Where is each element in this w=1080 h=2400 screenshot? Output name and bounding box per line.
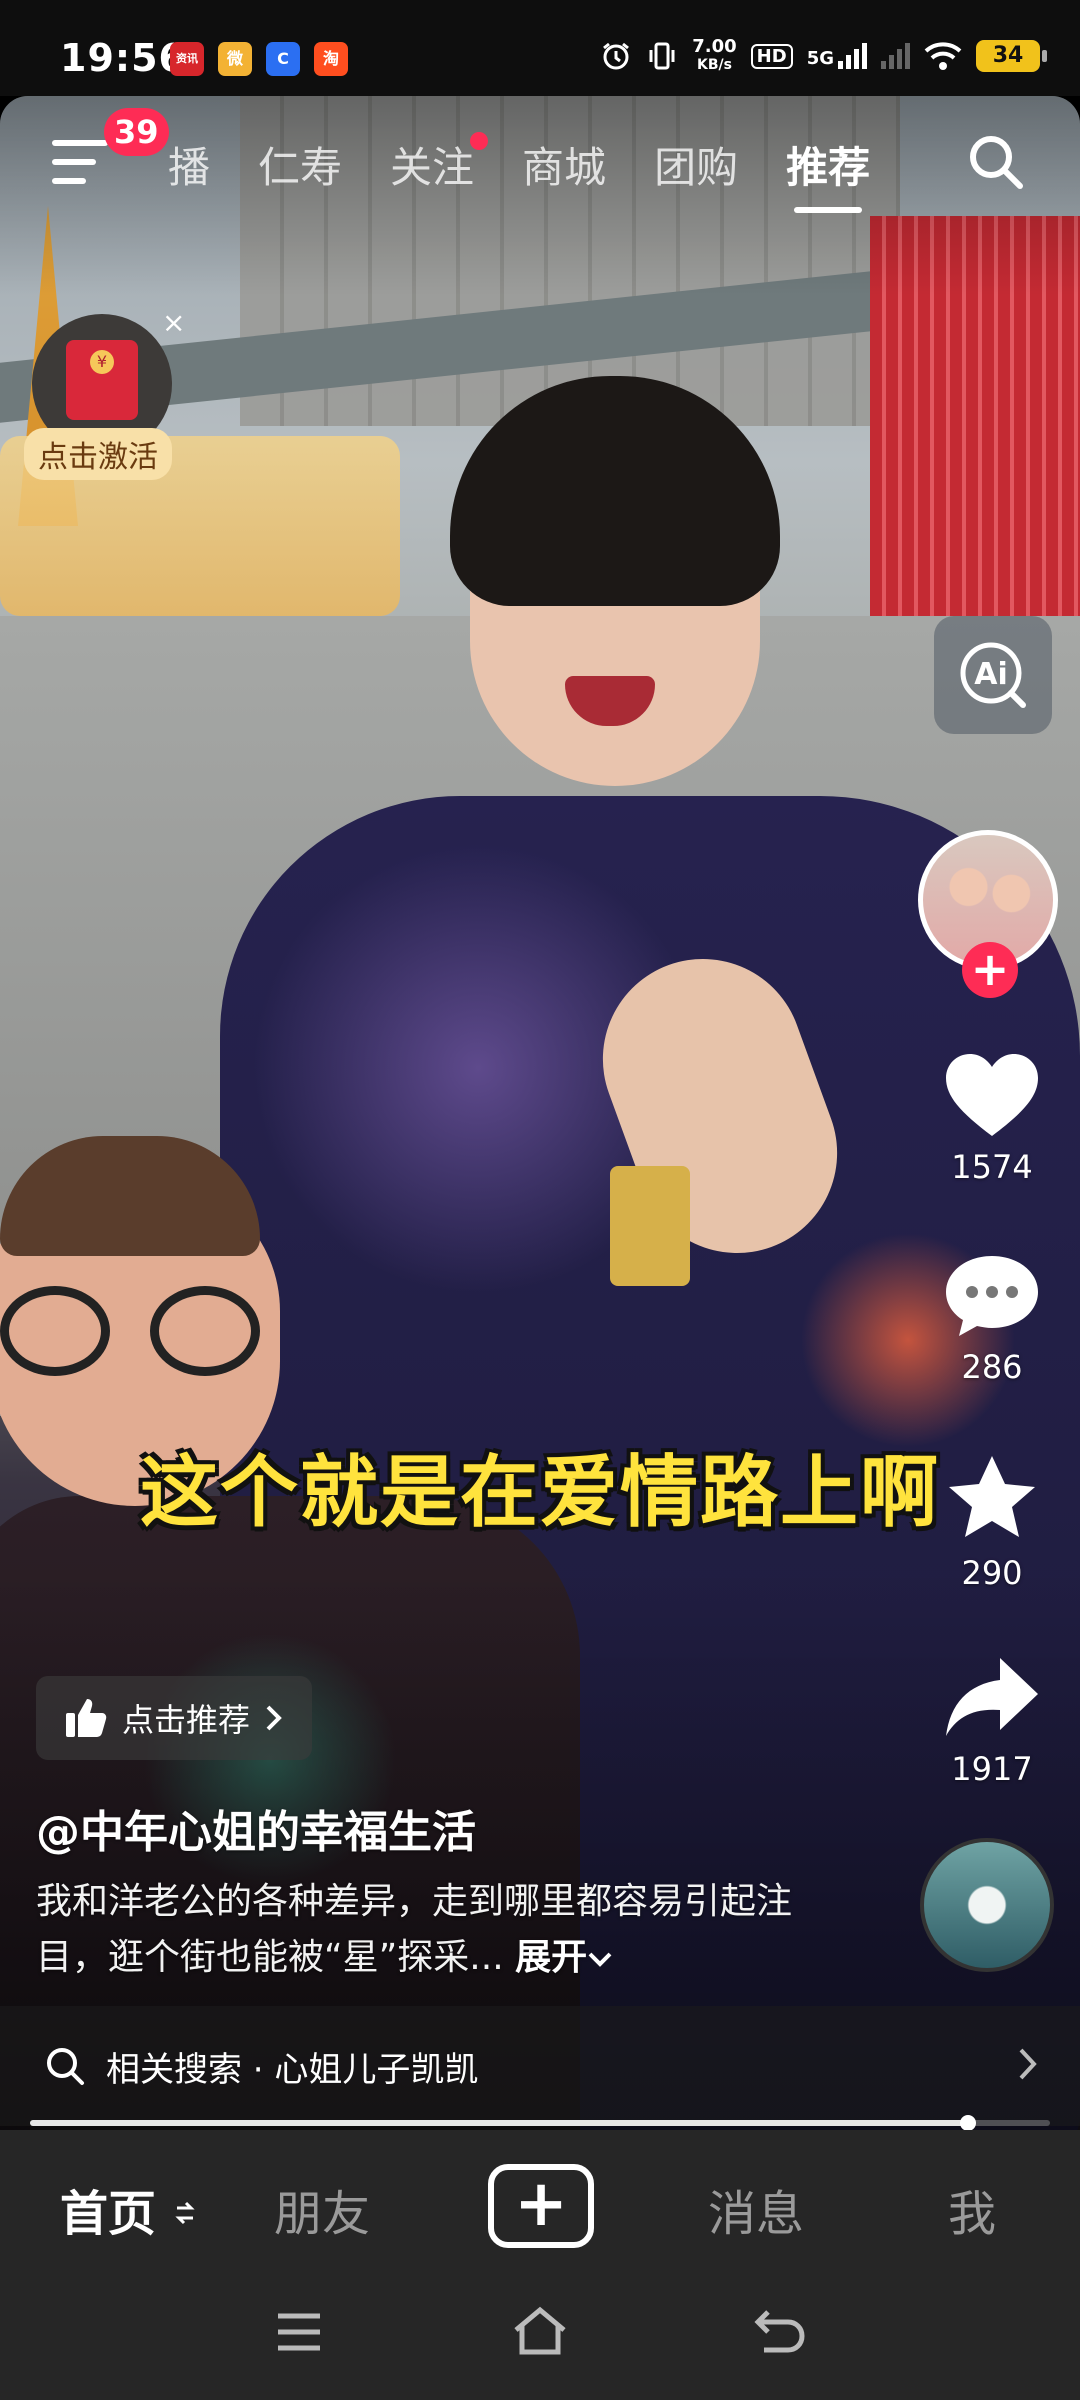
wifi-icon: [924, 42, 962, 70]
tab-live[interactable]: 播: [168, 134, 210, 195]
tab-local[interactable]: 仁寿: [258, 134, 342, 195]
related-search-bar[interactable]: 相关搜索 · 心姐儿子凯凯: [0, 2006, 1080, 2126]
taobao-app-icon: 淘: [314, 42, 348, 76]
video-subtitle: 这个就是在爱情路上啊: [139, 1448, 940, 1538]
recommend-button[interactable]: 点击推荐: [36, 1676, 313, 1760]
comment-icon: [946, 1256, 1038, 1336]
tab-mall[interactable]: 商城: [522, 134, 606, 195]
red-packet-widget[interactable]: 点击激活 ×: [24, 306, 185, 480]
second-sim-signal-icon: [881, 43, 910, 69]
follow-button[interactable]: +: [962, 942, 1018, 998]
like-button[interactable]: 1574: [930, 1050, 1054, 1186]
music-disc-icon[interactable]: [920, 1838, 1054, 1972]
search-icon[interactable]: [964, 130, 1028, 194]
comment-button[interactable]: 286: [930, 1250, 1054, 1386]
search-icon: [47, 2048, 84, 2085]
notification-badge: 39: [104, 108, 169, 156]
create-post-button[interactable]: +: [488, 2164, 594, 2248]
tab-following[interactable]: 关注: [390, 132, 489, 195]
video-progress-bar[interactable]: [30, 2115, 1050, 2131]
red-packet-close-icon[interactable]: ×: [162, 306, 185, 339]
following-dot: [470, 132, 489, 150]
video-caption[interactable]: 我和洋老公的各种差异，走到哪里都容易引起注目，逛个街也能被“星”探采... 展开: [36, 1874, 856, 1986]
favorite-count: 290: [961, 1554, 1023, 1592]
vibrate-icon: [649, 42, 675, 70]
chevron-right-icon: [266, 1705, 282, 1731]
status-right-icons: 7.00 KB/s HD 5G 34: [600, 36, 1047, 74]
tab-me[interactable]: 我: [948, 2174, 996, 2244]
heart-icon: [946, 1054, 1038, 1136]
refresh-switch-icon: [175, 2201, 195, 2225]
tab-home[interactable]: 首页: [60, 2174, 197, 2244]
battery-indicator: 34: [976, 40, 1047, 72]
tab-group-buy[interactable]: 团购: [654, 134, 738, 195]
expand-caption-button[interactable]: 展开: [515, 1937, 613, 1978]
recommend-label: 点击推荐: [122, 1701, 251, 1739]
status-bar: 19:56 资讯 微 C 淘 7.00 KB/s HD 5G 34: [0, 0, 1080, 96]
ai-search-button[interactable]: Ai: [934, 616, 1052, 734]
weibo-app-icon: 微: [218, 42, 252, 76]
cellular-signal-icon: 5G: [807, 43, 867, 69]
alarm-icon: [603, 42, 630, 70]
tab-recommended[interactable]: 推荐: [786, 134, 870, 213]
red-packet-label: 点击激活: [24, 428, 172, 480]
chevron-down-icon: [588, 1952, 612, 1967]
bottom-tab-bar: 首页 朋友 + 消息 我: [0, 2130, 1080, 2280]
status-time: 19:56: [60, 36, 186, 80]
hd-indicator: HD: [750, 43, 793, 69]
network-type-label: 5G: [806, 48, 834, 69]
caption-text: 我和洋老公的各种差异，走到哪里都容易引起注目，逛个街也能被“星”探采...: [36, 1881, 793, 1978]
share-button[interactable]: 1917: [930, 1652, 1054, 1788]
like-count: 1574: [951, 1148, 1033, 1186]
share-arrow-icon: [946, 1658, 1038, 1736]
home-icon[interactable]: [512, 2306, 568, 2356]
network-speed: 7.00 KB/s: [692, 36, 737, 74]
notification-app-icons: 资讯 微 C 淘: [170, 42, 348, 76]
chevron-right-icon: [1019, 2048, 1037, 2080]
browser-app-icon: C: [266, 42, 300, 76]
news-app-icon: 资讯: [170, 42, 204, 76]
thumbs-up-icon: [66, 1699, 107, 1737]
top-tabs: 播 仁寿 关注 商城 团购 推荐: [168, 132, 918, 213]
svg-text:Ai: Ai: [974, 657, 1008, 692]
comment-count: 286: [961, 1348, 1023, 1386]
red-envelope-icon: [66, 340, 138, 420]
menu-icon[interactable]: [52, 140, 108, 184]
recent-apps-icon[interactable]: [274, 2310, 324, 2354]
video-progress-fill: [30, 2120, 969, 2126]
top-navigation: 39 播 仁寿 关注 商城 团购 推荐: [0, 96, 1080, 236]
tab-friends[interactable]: 朋友: [274, 2174, 370, 2244]
related-search-text: 相关搜索 · 心姐儿子凯凯: [106, 2049, 479, 2090]
system-navigation-bar: [0, 2280, 1080, 2400]
author-name[interactable]: @中年心姐的幸福生活: [36, 1796, 476, 1860]
back-icon[interactable]: [754, 2308, 806, 2354]
share-count: 1917: [951, 1750, 1033, 1788]
tab-messages[interactable]: 消息: [708, 2174, 804, 2244]
ai-search-icon: Ai: [960, 642, 1026, 708]
